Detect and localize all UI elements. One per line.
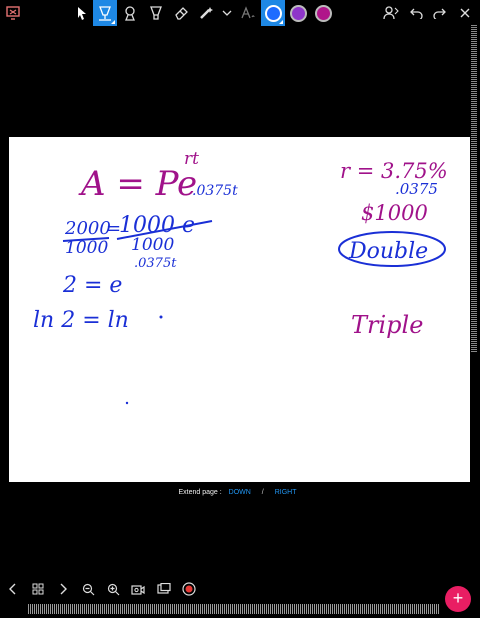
- extend-page-label: Extend page :: [178, 489, 222, 496]
- chevron-down-icon[interactable]: [216, 2, 238, 24]
- ink-dot: [159, 315, 163, 319]
- ink-eq1-left-denominator: 1000: [65, 238, 108, 258]
- ink-triple: Triple: [351, 311, 423, 339]
- purple-color-dot: [289, 4, 307, 22]
- select-cursor-icon[interactable]: [71, 2, 93, 24]
- extend-right-link[interactable]: RIGHT: [275, 489, 297, 496]
- blue-color-dot: [264, 4, 282, 22]
- user-share-icon[interactable]: [380, 2, 402, 24]
- highlighter-tool-icon[interactable]: [145, 2, 167, 24]
- redo-icon[interactable]: [429, 2, 451, 24]
- ink-stray-dot: [125, 401, 129, 405]
- pen-tool-icon[interactable]: [93, 0, 117, 26]
- laser-pointer-icon[interactable]: [196, 2, 218, 24]
- eraser-tool-icon[interactable]: [170, 2, 192, 24]
- ink-formula: A = Pe: [78, 164, 197, 204]
- whiteboard-page[interactable]: A = Pe rt 2000 = 1000 e .0375t 1000 1000…: [9, 137, 470, 482]
- ink-formula-exponent: rt: [184, 149, 199, 169]
- zoom-in-icon[interactable]: [104, 580, 122, 598]
- color-swatch-blue[interactable]: [261, 0, 285, 26]
- ink-eq3: ln 2 = ln: [33, 308, 129, 333]
- horizontal-scrollbar[interactable]: [27, 604, 439, 614]
- ink-rate-decimal: .0375: [395, 180, 438, 198]
- previous-page-icon[interactable]: [4, 580, 22, 598]
- ink-principal: $1000: [361, 201, 428, 225]
- ink-canvas: A = Pe rt 2000 = 1000 e .0375t 1000 1000…: [33, 149, 448, 405]
- color-swatch-magenta[interactable]: [312, 2, 334, 24]
- ink-eq1-exponent: .0375t: [192, 183, 238, 199]
- color-swatch-purple[interactable]: [287, 2, 309, 24]
- undo-icon[interactable]: [405, 2, 427, 24]
- next-page-icon[interactable]: [54, 580, 72, 598]
- ink-eq1-left-numerator: 2000: [64, 218, 111, 239]
- camera-icon[interactable]: [129, 580, 147, 598]
- text-tool-icon[interactable]: [237, 2, 259, 24]
- ink-eq2-exponent: .0375t: [134, 256, 177, 271]
- ink-double: Double: [348, 239, 428, 264]
- add-page-button[interactable]: +: [445, 586, 471, 612]
- ink-eq1-right-denominator: 1000: [131, 235, 174, 255]
- top-toolbar: [0, 0, 480, 26]
- magenta-color-dot: [314, 4, 332, 22]
- ink-eq2: 2 = e: [62, 273, 122, 298]
- vertical-scrollbar[interactable]: [471, 24, 477, 352]
- bottom-toolbar: [0, 578, 480, 600]
- zoom-out-icon[interactable]: [79, 580, 97, 598]
- marker-tool-icon[interactable]: [119, 2, 141, 24]
- close-icon[interactable]: [454, 2, 476, 24]
- extend-down-link[interactable]: DOWN: [229, 489, 251, 496]
- screen-share-icon[interactable]: [155, 580, 173, 598]
- extend-separator: /: [261, 489, 264, 496]
- extend-page-bar: Extend page : DOWN / RIGHT: [0, 489, 480, 496]
- page-grid-icon[interactable]: [29, 580, 47, 598]
- record-icon[interactable]: [180, 580, 198, 598]
- exit-presentation-icon[interactable]: [2, 2, 24, 24]
